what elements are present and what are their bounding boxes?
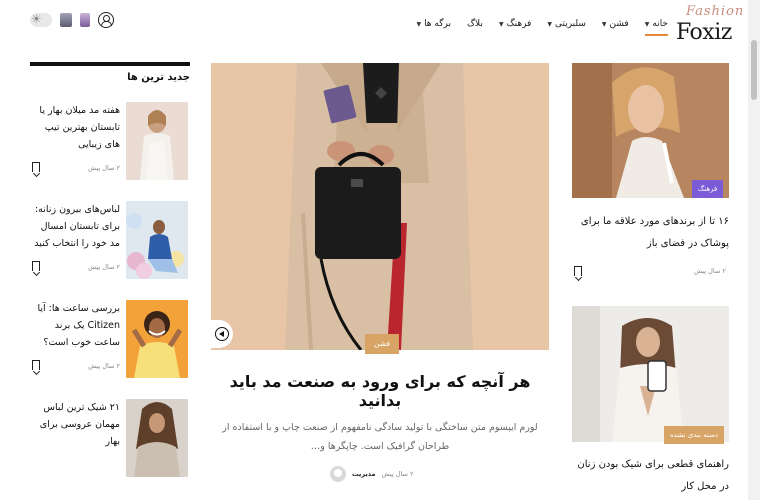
nav-label: بلاگ (467, 19, 483, 29)
post-date: ۲ سال پیش (88, 164, 120, 172)
featured-post-meta: مدیریت ۲ سال پیش (330, 466, 430, 482)
main-nav: خانه ▼ فشن ▼ سلبریتی ▼ فرهنگ ▼ بلاگ برگه… (408, 14, 676, 36)
category-tag-fashion[interactable]: فشن (365, 334, 399, 354)
bookmark-icon[interactable] (32, 360, 40, 370)
chevron-down-icon: ▼ (601, 20, 607, 28)
nav-label: برگه ها (424, 19, 451, 29)
post-card[interactable]: فرهنگ ۱۶ تا از برندهای مورد علاقه ما برا… (572, 63, 729, 283)
featured-post-excerpt: لورم ایپسوم متن ساختگی با تولید سادگی نا… (222, 422, 538, 452)
nav-item-pages[interactable]: برگه ها ▼ (408, 14, 459, 34)
nav-item-blog[interactable]: بلاگ (459, 14, 491, 34)
author-avatar[interactable] (330, 466, 346, 482)
post-title[interactable]: ۲۱ شیک ترین لباس مهمان عروسی برای بهار (30, 399, 120, 450)
post-title[interactable]: هفته مد میلان بهار یا تابستان بهترین تیپ… (30, 102, 120, 153)
bookmark-icon[interactable] (32, 162, 40, 172)
post-thumbnail[interactable] (126, 300, 188, 378)
post-title[interactable]: راهنمای قطعی برای شیک بودن زنان در محل ک… (572, 454, 729, 498)
list-item[interactable]: لباس‌های بیرون زنانه: برای تابستان امسال… (30, 201, 190, 285)
user-account-icon[interactable] (98, 12, 114, 28)
author-name[interactable]: مدیریت (352, 470, 376, 478)
bookmark-icon[interactable] (574, 266, 582, 276)
header-tools: ☀ (30, 12, 114, 28)
nav-label: فرهنگ (506, 19, 532, 29)
widget-top-bar (30, 62, 190, 66)
latest-posts-widget: جدید ترین ها (30, 62, 190, 90)
site-header: Fashion Foxiz خانه ▼ فشن ▼ سلبریتی ▼ فره… (0, 0, 760, 48)
dark-mode-toggle[interactable]: ☀ (30, 12, 52, 27)
post-thumbnail[interactable] (126, 102, 188, 180)
chevron-down-icon: ▼ (644, 20, 650, 28)
chevron-down-icon: ▼ (498, 20, 504, 28)
nav-label: سلبریتی (554, 19, 586, 29)
logo-wordmark: Foxiz (676, 20, 732, 45)
featured-post-image[interactable] (211, 63, 549, 350)
nav-label: خانه (652, 19, 668, 29)
post-thumbnail[interactable] (572, 306, 729, 442)
mini-thumbnail-icon[interactable] (60, 13, 72, 27)
category-tag-culture[interactable]: فرهنگ (692, 180, 724, 198)
chevron-down-icon: ▼ (416, 20, 422, 28)
chevron-down-icon: ▼ (547, 20, 552, 28)
post-thumbnail[interactable] (126, 201, 188, 279)
nav-label: فشن (609, 19, 629, 29)
sun-icon: ☀ (31, 12, 42, 26)
play-icon (215, 327, 229, 341)
category-tag-uncategorized[interactable]: دسته بندی نشده (664, 426, 725, 444)
post-title[interactable]: لباس‌های بیرون زنانه: برای تابستان امسال… (30, 201, 120, 252)
nav-item-celebrity[interactable]: سلبریتی ▼ (539, 14, 594, 34)
scrollbar-thumb[interactable] (751, 40, 757, 100)
post-title[interactable]: ۱۶ تا از برندهای مورد علاقه ما برای پوشا… (572, 211, 729, 255)
post-date: ۲ سال پیش (88, 263, 120, 271)
logo-script: Fashion (686, 4, 745, 19)
list-item[interactable]: هفته مد میلان بهار یا تابستان بهترین تیپ… (30, 102, 190, 186)
post-date: ۲ سال پیش (694, 267, 726, 275)
post-date: ۲ سال پیش (88, 362, 120, 370)
nav-item-home[interactable]: خانه ▼ (637, 14, 676, 36)
featured-post-title[interactable]: هر آنچه که برای ورود به صنعت مد باید بدا… (211, 372, 549, 410)
post-thumbnail[interactable] (126, 399, 188, 477)
widget-title: جدید ترین ها (127, 72, 190, 83)
list-item[interactable]: ۲۱ شیک ترین لباس مهمان عروسی برای بهار (30, 399, 190, 483)
site-logo[interactable]: Fashion Foxiz (676, 4, 743, 45)
nav-item-fashion[interactable]: فشن ▼ (594, 14, 637, 34)
bookmark-icon[interactable] (32, 261, 40, 271)
post-card[interactable]: دسته بندی نشده راهنمای قطعی برای شیک بود… (572, 306, 729, 500)
post-date: ۲ سال پیش (381, 470, 414, 478)
nav-item-culture[interactable]: فرهنگ ▼ (491, 14, 539, 34)
post-title[interactable]: بررسی ساعت ها: آیا Citizen یک برند ساعت … (30, 300, 120, 351)
list-item[interactable]: بررسی ساعت ها: آیا Citizen یک برند ساعت … (30, 300, 190, 384)
bag-icon[interactable] (80, 13, 90, 27)
post-thumbnail[interactable] (572, 63, 729, 198)
